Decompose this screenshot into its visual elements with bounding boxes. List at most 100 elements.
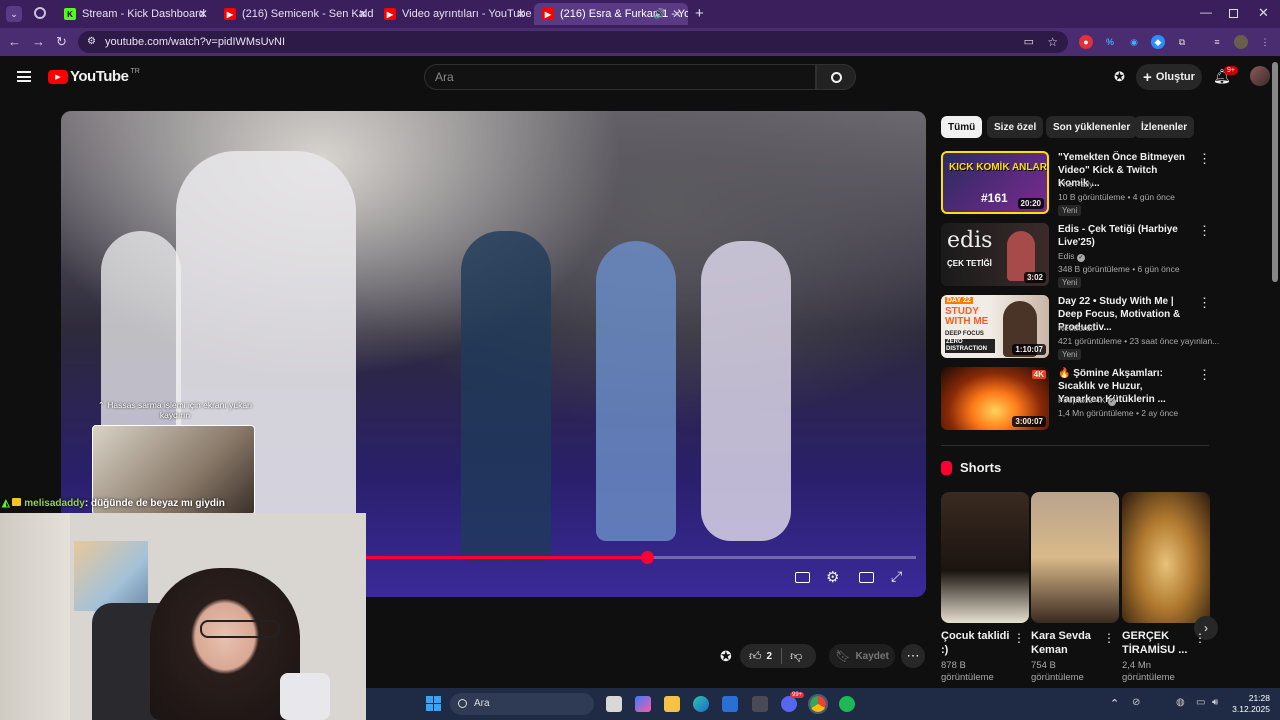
chat-text: : düğünde de beyaz mı giydin: [84, 498, 225, 509]
chip-for-you[interactable]: Size özel: [987, 116, 1044, 138]
cast-icon[interactable]: ▭: [1024, 31, 1034, 53]
profile-avatar[interactable]: [1234, 35, 1248, 49]
dislike-button-icon[interactable]: 👎︎: [790, 649, 802, 664]
channel-name: The Pally: [1058, 179, 1094, 189]
video-thumbnail[interactable]: KICK KOMİK ANLAR #161 20:20: [941, 151, 1049, 214]
more-actions-button[interactable]: ⋯: [901, 644, 925, 668]
extension-red-icon[interactable]: ●: [1079, 35, 1093, 49]
tray-app-icon[interactable]: ⊘: [1132, 697, 1140, 708]
reload-icon[interactable]: ↻: [56, 34, 67, 50]
like-button-icon[interactable]: 👍︎: [749, 649, 762, 664]
channel-label: Edis: [1058, 251, 1075, 261]
file-explorer-icon[interactable]: [664, 696, 680, 712]
chrome-icon[interactable]: [808, 694, 828, 714]
search-input[interactable]: Ara: [424, 64, 816, 90]
audio-playing-icon[interactable]: 🔊: [654, 9, 666, 20]
tray-chevron-icon[interactable]: ⌃: [1110, 697, 1119, 710]
taskbar-search[interactable]: Ara: [450, 693, 594, 715]
copilot-icon[interactable]: [635, 696, 651, 712]
recommendation-item[interactable]: KICK KOMİK ANLAR #161 20:20 "Yemekten Ön…: [941, 151, 1211, 216]
settings-gear-icon[interactable]: ⚙: [826, 568, 839, 586]
tab-search-icon[interactable]: [34, 7, 46, 19]
restore-button[interactable]: [1229, 9, 1238, 18]
video-thumbnail[interactable]: 4K 3:00:07: [941, 367, 1049, 430]
more-options-icon[interactable]: ⋮: [1198, 223, 1211, 239]
progress-scrubber[interactable]: [641, 551, 654, 564]
close-tab-icon[interactable]: ✕: [516, 7, 526, 21]
more-options-icon[interactable]: ⋮: [1198, 367, 1211, 383]
chip-recent[interactable]: Son yüklenenler: [1046, 116, 1138, 138]
theater-mode-icon[interactable]: [859, 572, 874, 583]
more-options-icon[interactable]: ⋮: [1103, 631, 1115, 645]
extension-translate-icon[interactable]: %: [1103, 35, 1117, 49]
game-controller-icon[interactable]: ✪: [720, 648, 732, 665]
recommendation-item[interactable]: edis ÇEK TETİĞİ 3:02 Edis - Çek Tetiği (…: [941, 223, 1211, 288]
tab-semicenk[interactable]: ▶ (216) Semicenk - Sen Kaldın (p ✕: [216, 3, 374, 25]
tab-esra-furkan[interactable]: ▶ (216) Esra & Furkan 1 - You 🔊 ✕: [534, 3, 688, 25]
short-title: Kara Sevda Keman: [1031, 630, 1091, 656]
more-options-icon[interactable]: ⋮: [1198, 295, 1211, 311]
tray-volume-icon[interactable]: 🔊︎: [1212, 697, 1218, 708]
fullscreen-icon[interactable]: ⤢: [891, 568, 902, 585]
discord-icon[interactable]: [781, 696, 797, 712]
url-text: youtube.com/watch?v=pidIWMsUvNI: [105, 36, 286, 48]
divider: [941, 445, 1209, 446]
chip-all[interactable]: Tümü: [941, 116, 983, 138]
shorts-label: Shorts: [960, 460, 1002, 475]
video-thumbnail[interactable]: DAY 22 STUDY WITH ME DEEP FOCUS ZERO DIS…: [941, 295, 1049, 358]
video-thumbnail[interactable]: edis ÇEK TETİĞİ 3:02: [941, 223, 1049, 286]
recommendation-item[interactable]: 4K 3:00:07 🔥 Şömine Akşamları: Sıcaklık …: [941, 367, 1211, 431]
youtube-logo[interactable]: ▶ YouTube TR: [48, 68, 140, 85]
reading-list-icon[interactable]: ≡: [1210, 35, 1224, 49]
search-placeholder: Ara: [435, 70, 454, 84]
minimize-button[interactable]: —: [1200, 5, 1212, 19]
short-thumbnail[interactable]: [1031, 492, 1119, 623]
more-options-icon[interactable]: ⋮: [1013, 631, 1025, 645]
more-options-icon[interactable]: ⋮: [1198, 151, 1211, 167]
edge-icon[interactable]: [693, 696, 709, 712]
tab-list-button[interactable]: ⌄: [6, 6, 22, 22]
extension-audio-icon[interactable]: ◉: [1127, 35, 1141, 49]
game-controller-icon[interactable]: ✪: [1114, 69, 1125, 85]
site-info-icon[interactable]: ⚙: [87, 31, 96, 53]
browser-menu-icon[interactable]: ⋮: [1258, 35, 1272, 49]
tray-display-icon[interactable]: ▭: [1196, 697, 1205, 708]
hamburger-menu-icon[interactable]: [17, 71, 31, 82]
bookmark-star-icon[interactable]: ☆: [1047, 31, 1058, 53]
tab-kick-dashboard[interactable]: K Stream - Kick Dashboard ✕: [56, 3, 214, 25]
search-button[interactable]: [816, 64, 856, 90]
channel-name: Edis ✓: [1058, 251, 1085, 262]
save-button[interactable]: 🔖︎ Kaydet: [829, 644, 895, 668]
recommendation-item[interactable]: DAY 22 STUDY WITH ME DEEP FOCUS ZERO DIS…: [941, 295, 1219, 360]
thumbnail-day: DAY 22: [945, 297, 973, 304]
windows-start-icon[interactable]: [426, 696, 441, 711]
short-thumbnail[interactable]: [941, 492, 1029, 623]
thumbnail-text: STUDY WITH ME: [945, 306, 989, 327]
close-tab-icon[interactable]: ✕: [358, 7, 368, 21]
tab-youtube-studio[interactable]: ▶ Video ayrıntıları - YouTube Stud ✕: [376, 3, 532, 25]
forward-icon[interactable]: →: [32, 34, 45, 49]
short-thumbnail[interactable]: [1122, 492, 1210, 623]
user-avatar[interactable]: [1250, 66, 1270, 86]
close-window-button[interactable]: ✕: [1258, 5, 1269, 21]
extensions-puzzle-icon[interactable]: ⧉: [1175, 35, 1189, 49]
search-icon: [458, 699, 467, 708]
clock[interactable]: 21:28 3.12.2025: [1228, 693, 1270, 715]
more-options-icon[interactable]: ⋮: [1194, 631, 1206, 645]
scrollbar-thumb[interactable]: [1272, 62, 1278, 282]
chip-watched[interactable]: İzlenenler: [1134, 116, 1195, 138]
bookmark-icon: 🔖︎: [835, 649, 851, 663]
tray-network-icon[interactable]: ◍: [1176, 697, 1185, 708]
extension-blue-icon[interactable]: ◆: [1151, 35, 1165, 49]
close-tab-icon[interactable]: ✕: [198, 7, 208, 21]
app-icon[interactable]: [752, 696, 768, 712]
back-icon[interactable]: ←: [8, 34, 21, 49]
close-tab-icon[interactable]: ✕: [672, 7, 682, 21]
spotify-icon[interactable]: [839, 696, 855, 712]
new-tab-button[interactable]: +: [695, 5, 704, 22]
store-icon[interactable]: [722, 696, 738, 712]
task-view-icon[interactable]: [606, 696, 622, 712]
create-button[interactable]: + Oluştur: [1136, 64, 1202, 90]
subtitles-icon[interactable]: [795, 572, 810, 583]
address-bar[interactable]: ⚙ youtube.com/watch?v=pidIWMsUvNI ▭ ☆: [78, 31, 1068, 53]
